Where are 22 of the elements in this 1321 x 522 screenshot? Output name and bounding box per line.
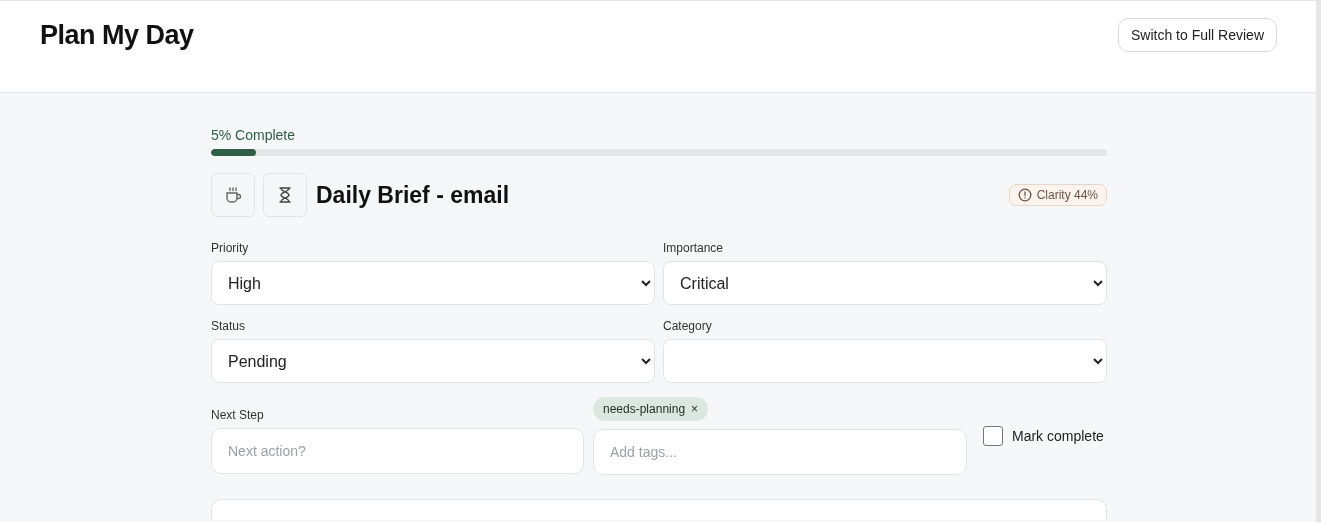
next-step-field[interactable]: Next action? (211, 428, 584, 474)
field-label: Next Step (211, 408, 265, 422)
dropdown[interactable]: High (211, 261, 655, 305)
coffee-cup-icon[interactable] (211, 173, 255, 217)
tags-field[interactable]: Add tags... (593, 429, 967, 475)
field-label: Category (663, 319, 713, 333)
clarity-text: Clarity 44% (1036, 188, 1098, 202)
checkbox[interactable] (983, 426, 1003, 446)
progress-label: 5% Complete (211, 127, 297, 143)
checkbox-label: Mark complete (1012, 428, 1104, 444)
alert-icon (1017, 188, 1032, 202)
remove-tag-button[interactable]: × (691, 402, 699, 416)
hourglass-icon[interactable] (263, 173, 307, 217)
app-title: Plan My Day (40, 20, 194, 51)
field-label: Status (211, 319, 247, 333)
dropdown[interactable]: Critical (663, 261, 1107, 305)
tag-label: needs-planning (603, 402, 686, 416)
field-label: Priority (211, 241, 250, 255)
field-label: Importance (663, 241, 725, 255)
switch-button[interactable]: Switch to Full Review (1117, 18, 1277, 52)
task-title: Daily Brief - email (316, 181, 511, 209)
dropdown[interactable]: Pending (211, 339, 655, 383)
